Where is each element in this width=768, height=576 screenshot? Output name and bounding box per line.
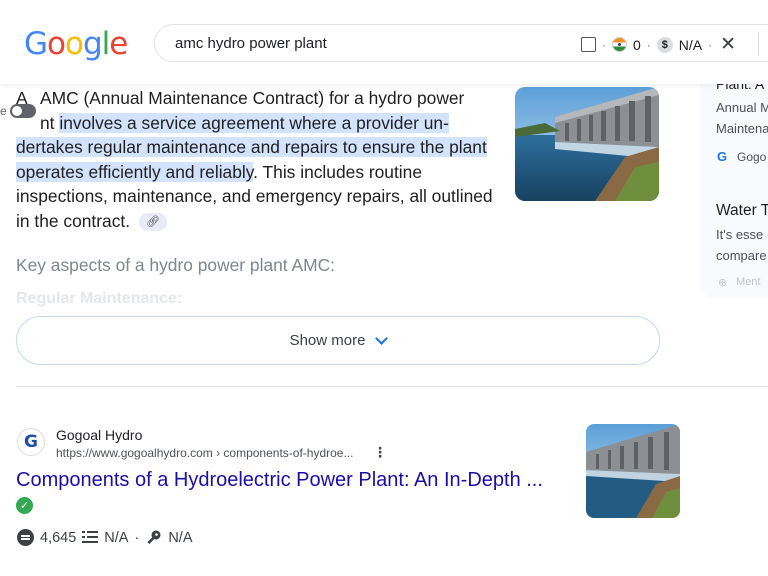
- checkbox-icon[interactable]: [581, 37, 596, 52]
- section-divider: [16, 386, 768, 387]
- logo-letter: l: [101, 26, 111, 62]
- ai-sources-panel: Plant: A Annual M Maintena G Gogo Water …: [700, 60, 768, 298]
- toggle-switch[interactable]: [10, 104, 36, 118]
- site-url[interactable]: https://www.gogoalhydro.com › components…: [56, 446, 353, 460]
- search-box[interactable]: amc hydro power plant · 0 · $ N/A · ✕: [154, 24, 768, 62]
- logo-letter: o: [47, 26, 66, 62]
- source-g-icon: G: [717, 149, 728, 164]
- india-flag-icon: [612, 37, 627, 52]
- google-logo[interactable]: Google: [24, 26, 128, 62]
- comment-count: 4,645: [40, 529, 77, 546]
- key-icon: [145, 529, 162, 546]
- comment-icon: [17, 529, 34, 546]
- ai-overview-text: A AMC (Annual Maintenance Contract) for a…: [16, 88, 493, 231]
- extension-count: 0: [633, 36, 641, 53]
- result-meta: 4,645 N/A · N/A: [17, 529, 192, 546]
- extension-value: N/A: [678, 36, 703, 53]
- result-title-link[interactable]: Components of a Hydroelectric Power Plan…: [16, 469, 543, 492]
- verified-check-icon: ✓: [16, 497, 33, 514]
- source-globe-icon: ⊕: [718, 277, 728, 289]
- word-count: N/A: [104, 529, 129, 546]
- header: Google amc hydro power plant · 0 · $ N/A…: [0, 0, 768, 84]
- site-name[interactable]: Gogoal Hydro: [56, 427, 142, 443]
- logo-letter: o: [65, 26, 84, 62]
- kebab-menu-icon[interactable]: ⋮: [373, 445, 387, 459]
- dollar-icon: $: [656, 36, 673, 53]
- dam-image[interactable]: [515, 87, 659, 201]
- edge-glyph: e: [0, 104, 7, 118]
- close-icon[interactable]: ✕: [720, 33, 736, 56]
- result-thumbnail[interactable]: [586, 424, 680, 518]
- header-divider: [758, 33, 759, 55]
- site-favicon[interactable]: G: [17, 428, 45, 456]
- chevron-down-icon: [375, 331, 389, 345]
- link-icon[interactable]: 🔗︎: [138, 212, 167, 231]
- logo-letter: e: [109, 26, 128, 62]
- keyword-value: N/A: [168, 529, 193, 546]
- show-more-button[interactable]: Show more: [16, 316, 660, 365]
- logo-letter: g: [82, 26, 103, 62]
- logo-letter: G: [24, 26, 48, 62]
- extension-toolbar: · 0 · $ N/A · ✕: [581, 33, 736, 56]
- key-aspects-heading: Key aspects of a hydro power plant AMC:: [16, 255, 335, 275]
- search-input[interactable]: amc hydro power plant: [175, 35, 327, 52]
- faded-subheading: Regular Maintenance:: [16, 290, 183, 307]
- list-icon: [82, 531, 99, 544]
